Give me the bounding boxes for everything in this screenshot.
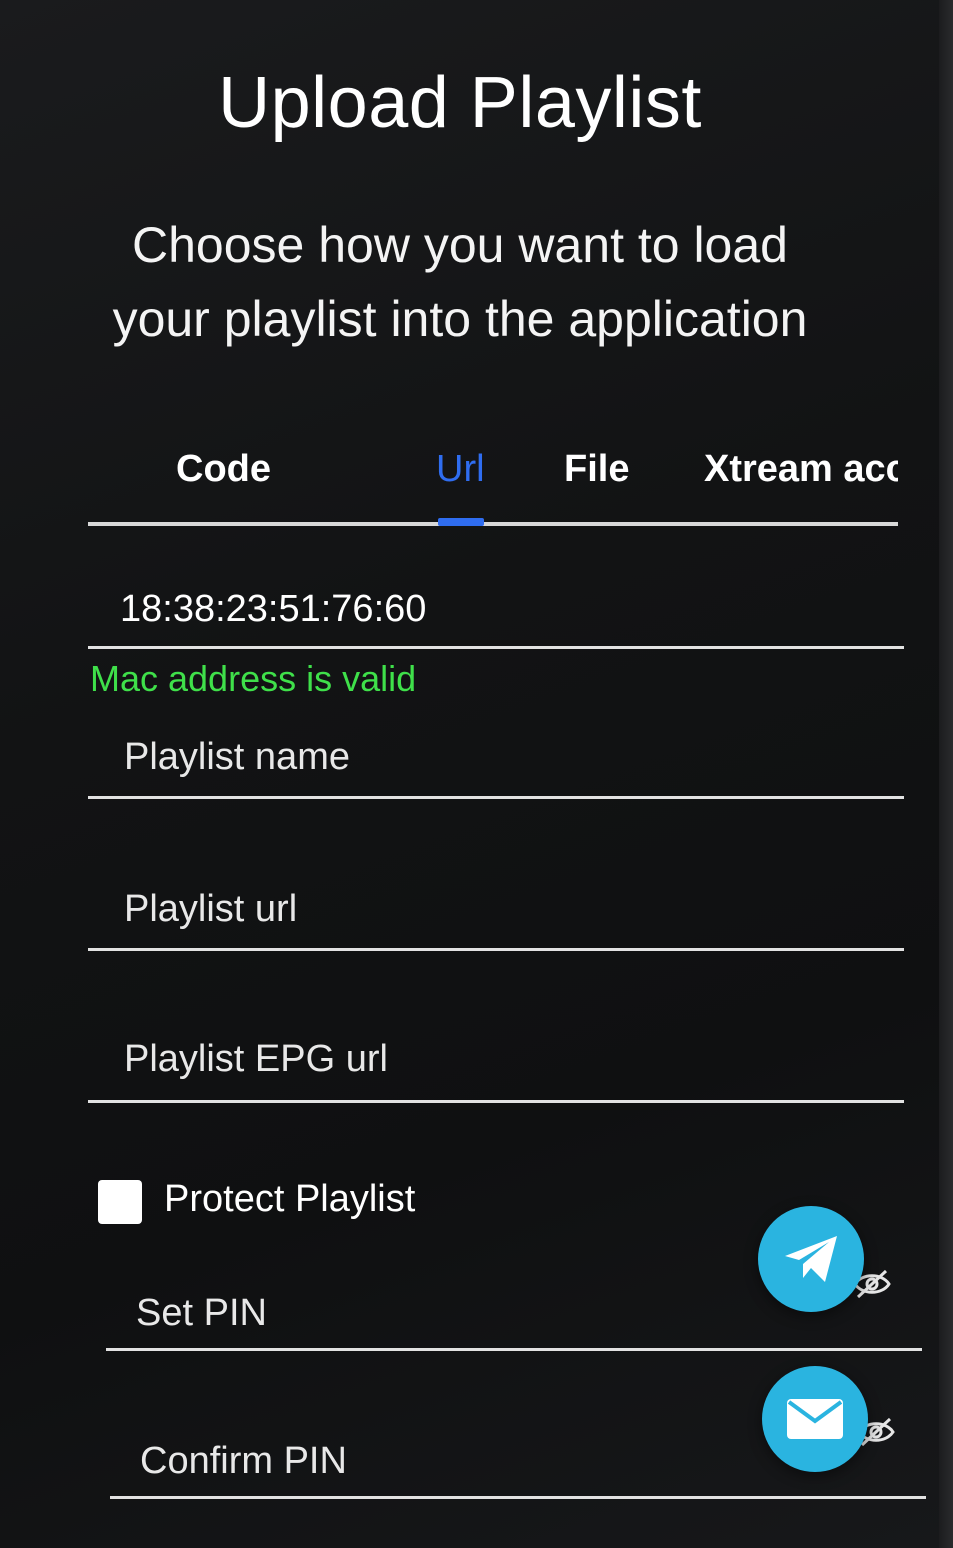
- screen-edge: [939, 0, 953, 1548]
- telegram-button[interactable]: [758, 1206, 864, 1312]
- playlist-epg-url-field[interactable]: Playlist EPG url: [88, 1038, 904, 1106]
- active-tab-indicator: [438, 518, 484, 526]
- source-tabs: Code Url File Xtream acc: [88, 430, 898, 526]
- playlist-url-placeholder: Playlist url: [124, 888, 298, 930]
- tab-file[interactable]: File: [564, 448, 629, 491]
- mac-address-field[interactable]: 18:38:23:51:76:60: [88, 588, 904, 652]
- set-pin-placeholder: Set PIN: [136, 1292, 267, 1334]
- email-button[interactable]: [762, 1366, 868, 1472]
- tabs-divider: [88, 522, 898, 526]
- page-title: Upload Playlist: [218, 63, 702, 143]
- set-pin-underline: [106, 1348, 922, 1351]
- mac-valid-message: Mac address is valid: [90, 658, 417, 699]
- tab-xtream-account[interactable]: Xtream acc: [704, 448, 898, 491]
- playlist-name-placeholder: Playlist name: [124, 736, 350, 778]
- playlist-epg-url-underline: [88, 1100, 904, 1103]
- page-subtitle: Choose how you want to load your playlis…: [112, 217, 808, 347]
- upload-playlist-screen: Upload Playlist Choose how you want to l…: [0, 0, 953, 1548]
- telegram-icon: [785, 1236, 837, 1282]
- playlist-url-field[interactable]: Playlist url: [88, 888, 904, 954]
- protect-playlist-label: Protect Playlist: [164, 1178, 416, 1220]
- mac-address-underline: [88, 646, 904, 649]
- tab-url[interactable]: Url: [436, 448, 485, 491]
- protect-playlist-checkbox[interactable]: [98, 1180, 142, 1224]
- playlist-name-field[interactable]: Playlist name: [88, 736, 904, 802]
- confirm-pin-underline: [110, 1496, 926, 1499]
- playlist-epg-url-placeholder: Playlist EPG url: [124, 1038, 388, 1080]
- confirm-pin-placeholder: Confirm PIN: [140, 1440, 347, 1482]
- mail-icon: [787, 1399, 843, 1439]
- playlist-name-underline: [88, 796, 904, 799]
- tab-code[interactable]: Code: [176, 448, 271, 491]
- playlist-url-underline: [88, 948, 904, 951]
- mac-address-value: 18:38:23:51:76:60: [120, 588, 427, 630]
